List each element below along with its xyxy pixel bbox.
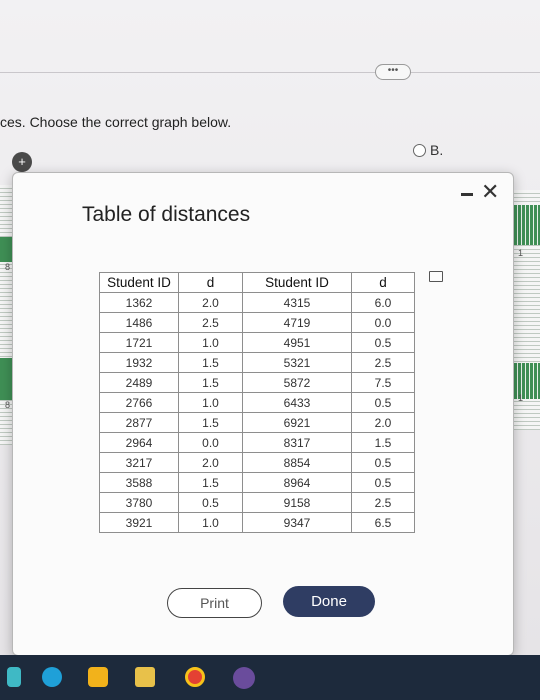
table-row: 1932 1.5 5321 2.5: [99, 352, 415, 373]
distance-cell: 0.0: [351, 312, 415, 333]
column-header: Student ID: [99, 272, 179, 293]
distance-cell: 1.0: [178, 512, 243, 533]
axis-tick-label: 8: [5, 262, 11, 272]
app-icon[interactable]: [7, 667, 21, 687]
student-id-cell: 1932: [99, 352, 179, 373]
column-header: Student ID: [242, 272, 352, 293]
table-row: 3588 1.5 8964 0.5: [99, 472, 415, 493]
distance-cell: 2.0: [351, 412, 415, 433]
print-button[interactable]: Print: [167, 588, 262, 618]
student-id-cell: 9158: [242, 492, 352, 513]
student-id-cell: 2766: [99, 392, 179, 413]
minimize-icon[interactable]: [461, 193, 473, 196]
distance-cell: 7.5: [351, 372, 415, 393]
student-id-cell: 6921: [242, 412, 352, 433]
student-id-cell: 4719: [242, 312, 352, 333]
distance-cell: 0.0: [178, 432, 243, 453]
axis-tick-label: 8: [5, 400, 11, 410]
table-of-distances-dialog: ✕ Table of distances Student ID d Studen…: [12, 172, 514, 656]
chrome-icon[interactable]: [185, 667, 205, 687]
student-id-cell: 1362: [99, 292, 179, 313]
close-icon[interactable]: ✕: [481, 181, 499, 203]
teams-icon[interactable]: [233, 667, 255, 689]
radio-icon[interactable]: [413, 143, 426, 157]
distance-cell: 2.5: [351, 492, 415, 513]
student-id-cell: 2877: [99, 412, 179, 433]
student-id-cell: 3780: [99, 492, 179, 513]
student-id-cell: 2489: [99, 372, 179, 393]
distance-cell: 1.5: [178, 372, 243, 393]
student-id-cell: 1721: [99, 332, 179, 353]
table-row: 1721 1.0 4951 0.5: [99, 332, 415, 353]
distance-cell: 1.0: [178, 392, 243, 413]
distance-cell: 6.0: [351, 292, 415, 313]
dialog-title: Table of distances: [82, 203, 251, 226]
question-prompt: ces. Choose the correct graph below.: [0, 114, 232, 130]
distance-cell: 2.0: [178, 292, 243, 313]
graph-bar: [514, 205, 540, 245]
table-row: 1486 2.5 4719 0.0: [99, 312, 415, 333]
student-id-cell: 3217: [99, 452, 179, 473]
distance-cell: 0.5: [178, 492, 243, 513]
table-row: 2877 1.5 6921 2.0: [99, 412, 415, 433]
distance-cell: 0.5: [351, 392, 415, 413]
student-id-cell: 1486: [99, 312, 179, 333]
option-b-label: B.: [430, 142, 444, 158]
student-id-cell: 2964: [99, 432, 179, 453]
distance-cell: 1.5: [178, 412, 243, 433]
file-explorer-icon[interactable]: [88, 667, 108, 687]
axis-tick-label: 1: [518, 393, 524, 403]
table-header-row: Student ID d Student ID d: [99, 272, 415, 293]
copy-table-icon[interactable]: [429, 271, 443, 282]
distance-cell: 1.5: [351, 432, 415, 453]
student-id-cell: 9347: [242, 512, 352, 533]
distance-cell: 1.5: [178, 472, 243, 493]
distance-cell: 2.5: [351, 352, 415, 373]
student-id-cell: 3921: [99, 512, 179, 533]
table-row: 3780 0.5 9158 2.5: [99, 492, 415, 513]
distance-cell: 0.5: [351, 472, 415, 493]
axis-tick-label: 1: [518, 248, 524, 258]
distances-table: Student ID d Student ID d 1362 2.0 4315 6.0…: [99, 272, 415, 533]
taskbar: [0, 655, 540, 700]
distance-cell: 0.5: [351, 452, 415, 473]
edge-browser-icon[interactable]: [42, 667, 62, 687]
option-b[interactable]: B.: [413, 142, 443, 158]
table-row: 2964 0.0 8317 1.5: [99, 432, 415, 453]
table-row: 2766 1.0 6433 0.5: [99, 392, 415, 413]
student-id-cell: 4951: [242, 332, 352, 353]
distance-cell: 0.5: [351, 332, 415, 353]
student-id-cell: 8854: [242, 452, 352, 473]
student-id-cell: 5872: [242, 372, 352, 393]
column-header: d: [351, 272, 415, 293]
student-id-cell: 8964: [242, 472, 352, 493]
distance-cell: 1.5: [178, 352, 243, 373]
student-id-cell: 5321: [242, 352, 352, 373]
table-row: 2489 1.5 5872 7.5: [99, 372, 415, 393]
student-id-cell: 4315: [242, 292, 352, 313]
student-id-cell: 8317: [242, 432, 352, 453]
store-icon[interactable]: [135, 667, 155, 687]
distance-cell: 2.0: [178, 452, 243, 473]
distance-cell: 2.5: [178, 312, 243, 333]
student-id-cell: 6433: [242, 392, 352, 413]
distance-cell: 1.0: [178, 332, 243, 353]
divider: [0, 72, 540, 73]
student-id-cell: 3588: [99, 472, 179, 493]
more-options-button[interactable]: •••: [375, 64, 411, 80]
done-button[interactable]: Done: [283, 586, 375, 617]
add-icon[interactable]: +: [12, 152, 32, 172]
table-row: 3921 1.0 9347 6.5: [99, 512, 415, 533]
table-row: 3217 2.0 8854 0.5: [99, 452, 415, 473]
table-row: 1362 2.0 4315 6.0: [99, 292, 415, 313]
distance-cell: 6.5: [351, 512, 415, 533]
column-header: d: [178, 272, 243, 293]
